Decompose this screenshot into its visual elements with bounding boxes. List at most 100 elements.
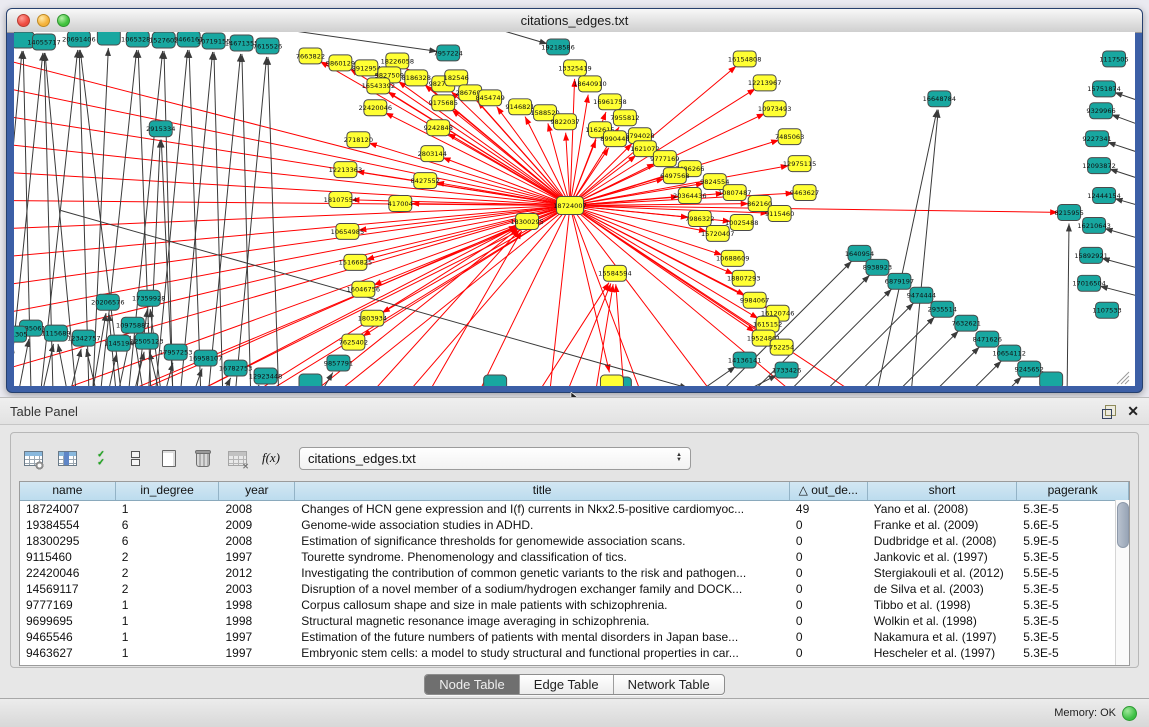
teal-node[interactable]: 7957224 bbox=[434, 45, 463, 61]
yellow-node[interactable]: 9242848 bbox=[424, 120, 453, 136]
edge[interactable] bbox=[480, 206, 570, 386]
edge[interactable] bbox=[1114, 92, 1135, 100]
yellow-node[interactable]: 20364436 bbox=[673, 188, 707, 204]
teal-node[interactable]: 8215955 bbox=[1054, 205, 1083, 221]
teal-node[interactable]: 1107533 bbox=[1092, 302, 1121, 318]
select-all-icon[interactable]: ✓ ✓ bbox=[89, 446, 113, 470]
yellow-node[interactable]: 9822037 bbox=[550, 114, 579, 130]
edge[interactable] bbox=[1010, 377, 1021, 386]
scrollbar-thumb[interactable] bbox=[1117, 502, 1129, 548]
yellow-node[interactable]: 417004 bbox=[388, 196, 413, 212]
yellow-node[interactable]: 18807293 bbox=[727, 270, 761, 286]
table-selector-dropdown[interactable]: citations_edges.txt ▲▼ bbox=[299, 447, 691, 470]
show-columns-icon[interactable] bbox=[55, 446, 79, 470]
teal-node[interactable]: 391305 bbox=[14, 326, 28, 342]
teal-node[interactable]: 9857791 bbox=[324, 355, 353, 371]
delete-icon[interactable] bbox=[191, 446, 215, 470]
yellow-node[interactable]: 9463627 bbox=[790, 185, 819, 201]
yellow-node[interactable]: 7625402 bbox=[339, 334, 368, 350]
teal-node[interactable]: 12093872 bbox=[1082, 158, 1116, 174]
teal-node[interactable]: 2915334 bbox=[146, 121, 175, 137]
teal-node[interactable]: 1733426 bbox=[772, 362, 801, 378]
table-row[interactable]: 946362711997Embryonic stem cells: a mode… bbox=[20, 645, 1129, 661]
table-row[interactable]: 969969511998Structural magnetic resonanc… bbox=[20, 613, 1129, 629]
teal-node[interactable]: 12505123 bbox=[130, 333, 164, 349]
edge[interactable] bbox=[570, 206, 609, 373]
yellow-node[interactable]: 16154808 bbox=[728, 51, 762, 67]
yellow-node[interactable]: 15166825 bbox=[339, 254, 373, 270]
edge[interactable] bbox=[863, 317, 934, 386]
function-icon[interactable]: f(x) bbox=[259, 446, 283, 470]
teal-node[interactable]: 2935514 bbox=[928, 301, 957, 317]
close-panel-icon[interactable]: ✕ bbox=[1127, 404, 1139, 418]
edge[interactable] bbox=[1107, 142, 1135, 152]
yellow-node[interactable]: 2803144 bbox=[418, 146, 447, 162]
column-header-name[interactable]: name bbox=[20, 482, 116, 500]
teal-node[interactable]: 15751874 bbox=[1087, 81, 1121, 97]
table-row[interactable]: 911546021997Tourette syndrome. Phenomeno… bbox=[20, 549, 1129, 565]
table-settings-icon[interactable] bbox=[21, 446, 45, 470]
table-row[interactable]: 946554611997Estimation of the future num… bbox=[20, 629, 1129, 645]
edge[interactable] bbox=[225, 378, 231, 386]
yellow-node[interactable]: 6497568 bbox=[660, 168, 689, 184]
yellow-node[interactable]: 18640910 bbox=[573, 76, 607, 92]
yellow-node[interactable] bbox=[600, 375, 623, 386]
hub-node[interactable]: 18724007 bbox=[553, 197, 587, 215]
yellow-node[interactable]: 10025488 bbox=[725, 214, 759, 230]
edge[interactable] bbox=[1067, 223, 1069, 386]
teal-node[interactable]: 20691406 bbox=[62, 32, 96, 47]
edge[interactable] bbox=[14, 206, 570, 257]
teal-node[interactable]: 8938923 bbox=[863, 259, 892, 275]
edge[interactable] bbox=[911, 110, 938, 386]
yellow-node[interactable]: 7955812 bbox=[610, 110, 639, 126]
teal-node[interactable]: 14136141 bbox=[728, 352, 762, 368]
teal-node[interactable]: 9227341 bbox=[1082, 131, 1111, 147]
teal-node[interactable]: 15892921 bbox=[1074, 247, 1108, 263]
table-row[interactable]: 1938455462009Genome-wide association stu… bbox=[20, 517, 1129, 533]
column-header-out_de[interactable]: △ out_de... bbox=[790, 482, 868, 500]
yellow-node[interactable]: 182546 bbox=[444, 70, 469, 86]
tab-node-table[interactable]: Node Table bbox=[425, 675, 519, 694]
yellow-node[interactable]: 7986322 bbox=[685, 210, 714, 226]
yellow-node[interactable]: 9860129 bbox=[326, 55, 355, 71]
yellow-node[interactable]: 10688609 bbox=[716, 250, 750, 266]
close-window-button[interactable] bbox=[17, 14, 30, 27]
yellow-node[interactable]: 12975115 bbox=[783, 156, 817, 172]
yellow-node[interactable]: 8454749 bbox=[475, 90, 504, 106]
teal-node[interactable]: 6879197 bbox=[885, 273, 914, 289]
yellow-node[interactable]: 15720407 bbox=[701, 225, 735, 241]
yellow-node[interactable]: 7663822 bbox=[296, 48, 325, 64]
edge[interactable] bbox=[268, 57, 279, 386]
edge[interactable] bbox=[385, 113, 570, 206]
teal-node[interactable]: 16648784 bbox=[923, 91, 957, 107]
column-header-pagerank[interactable]: pagerank bbox=[1017, 482, 1129, 500]
citation-network-graph[interactable]: 1872400714055717206914061065328715276029… bbox=[14, 32, 1135, 386]
edge[interactable] bbox=[616, 284, 624, 386]
edge[interactable] bbox=[189, 50, 201, 386]
resize-grip-icon[interactable] bbox=[1117, 372, 1129, 384]
edge[interactable] bbox=[58, 344, 67, 386]
yellow-node[interactable]: 12213967 bbox=[748, 75, 782, 91]
teal-node[interactable]: 7632621 bbox=[952, 315, 981, 331]
column-header-in_degree[interactable]: in_degree bbox=[116, 482, 220, 500]
edge[interactable] bbox=[566, 133, 570, 206]
memory-ok-indicator[interactable] bbox=[1122, 706, 1137, 721]
yellow-node[interactable]: 9984067 bbox=[740, 292, 769, 308]
edge[interactable] bbox=[829, 303, 914, 386]
row-height-icon[interactable] bbox=[123, 446, 147, 470]
yellow-node[interactable]: 10654985 bbox=[331, 223, 365, 239]
yellow-node[interactable]: 9115460 bbox=[765, 206, 794, 222]
vertical-scrollbar[interactable] bbox=[1115, 500, 1129, 665]
edge[interactable] bbox=[242, 54, 251, 386]
float-panel-icon[interactable] bbox=[1102, 405, 1115, 418]
yellow-node[interactable]: 16046756 bbox=[347, 281, 381, 297]
edge[interactable] bbox=[748, 375, 777, 386]
edge[interactable] bbox=[702, 366, 736, 386]
yellow-node[interactable]: 8427552 bbox=[411, 173, 440, 189]
teal-node[interactable]: 10654112 bbox=[992, 345, 1026, 361]
yellow-node[interactable]: 8186328 bbox=[402, 70, 431, 86]
column-header-year[interactable]: year bbox=[219, 482, 295, 500]
yellow-node[interactable]: 9175685 bbox=[429, 95, 458, 111]
network-canvas[interactable]: 1872400714055717206914061065328715276029… bbox=[14, 32, 1135, 386]
edge[interactable] bbox=[570, 79, 575, 206]
